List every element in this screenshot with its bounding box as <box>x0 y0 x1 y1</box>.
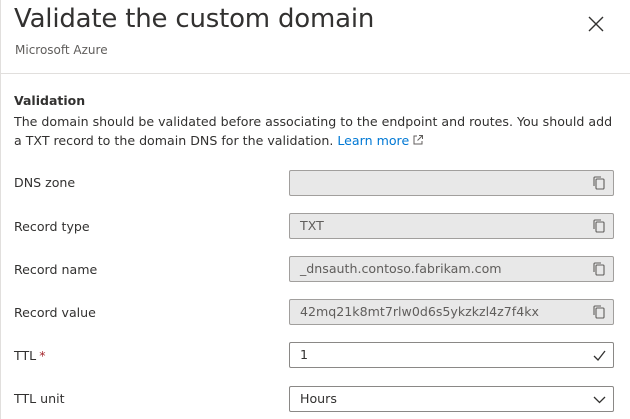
record-value-value: 42mq21k8mt7rlw0d6s5ykzkzl4z7f4kx <box>300 304 539 319</box>
copy-record-name-button[interactable] <box>591 261 607 277</box>
validate-domain-panel: Validate the custom domain Microsoft Azu… <box>0 0 630 419</box>
record-type-label: Record type <box>14 219 90 234</box>
copy-icon <box>593 219 605 233</box>
panel-title: Validate the custom domain <box>14 4 375 34</box>
close-icon <box>588 16 604 32</box>
section-title-validation: Validation <box>14 93 86 108</box>
ttl-input[interactable]: 1 <box>289 342 614 368</box>
record-name-value: _dnsauth.contoso.fabrikam.com <box>300 261 502 276</box>
learn-more-label: Learn more <box>337 133 410 148</box>
external-link-icon <box>409 133 424 148</box>
record-value-label: Record value <box>14 305 96 320</box>
ttl-unit-label: TTL unit <box>14 391 65 406</box>
copy-dns-zone-button[interactable] <box>591 175 607 191</box>
record-name-field[interactable]: _dnsauth.contoso.fabrikam.com <box>289 256 614 282</box>
record-name-label: Record name <box>14 262 98 277</box>
ttl-unit-dropdown[interactable]: Hours <box>289 386 614 412</box>
copy-icon <box>593 176 605 190</box>
copy-icon <box>593 262 605 276</box>
ttl-unit-value: Hours <box>300 391 337 406</box>
record-type-field[interactable]: TXT <box>289 213 614 239</box>
chevron-down-icon <box>592 392 607 407</box>
header-divider <box>1 73 630 74</box>
copy-record-value-button[interactable] <box>591 304 607 320</box>
panel-subtitle: Microsoft Azure <box>15 43 108 57</box>
ttl-label: TTL * <box>14 348 45 363</box>
copy-icon <box>593 305 605 319</box>
checkmark-icon <box>592 348 607 363</box>
close-button[interactable] <box>584 12 608 36</box>
dns-zone-label: DNS zone <box>14 175 76 190</box>
copy-record-type-button[interactable] <box>591 218 607 234</box>
ttl-label-text: TTL <box>14 348 37 363</box>
ttl-value: 1 <box>300 347 309 362</box>
dns-zone-field[interactable] <box>289 170 614 196</box>
validation-description: The domain should be validated before as… <box>14 112 614 150</box>
record-value-field[interactable]: 42mq21k8mt7rlw0d6s5ykzkzl4z7f4kx <box>289 299 614 325</box>
learn-more-link[interactable]: Learn more <box>337 133 424 148</box>
required-marker: * <box>39 348 46 363</box>
record-type-value: TXT <box>300 218 324 233</box>
validation-description-text: The domain should be validated before as… <box>14 114 613 148</box>
